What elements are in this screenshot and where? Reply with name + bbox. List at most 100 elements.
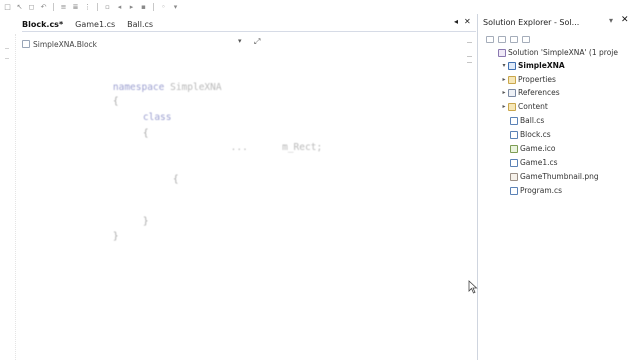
cs-file-icon xyxy=(510,116,518,125)
tree-item-label: Properties xyxy=(518,75,556,84)
expand-icon[interactable]: ▸ xyxy=(500,103,508,110)
close-tab-icon[interactable]: ✕ xyxy=(464,17,471,26)
open-file-icon[interactable]: ↖ xyxy=(15,3,24,11)
code-text: ... m_Rect; xyxy=(184,142,323,153)
properties-icon xyxy=(508,75,516,84)
tree-item-label: SimpleXNA xyxy=(518,61,565,70)
cs-file-icon xyxy=(510,130,518,139)
expand-icon[interactable]: ▸ xyxy=(500,89,508,96)
solution-explorer-header: Solution Explorer - Sol... ▾ ✕ xyxy=(483,14,640,30)
tree-item-label: Ball.cs xyxy=(520,116,545,125)
code-line: } xyxy=(90,220,119,253)
code-text: { xyxy=(112,96,119,107)
undo-icon[interactable]: ↶ xyxy=(39,3,48,11)
properties-button-icon[interactable] xyxy=(486,35,494,43)
project-icon xyxy=(508,61,516,70)
editor-vertical-scrollbar[interactable] xyxy=(462,34,476,360)
png-file-icon xyxy=(510,172,518,181)
tree-item-label: Program.cs xyxy=(520,186,563,195)
content-icon xyxy=(508,102,516,111)
tree-item-file[interactable]: Game1.cs xyxy=(510,157,558,168)
solution-icon xyxy=(498,48,506,57)
outline-marker xyxy=(5,58,9,59)
tab-strip-tools: ◂ ✕ xyxy=(454,17,471,26)
tree-item-file[interactable]: Program.cs xyxy=(510,185,562,196)
tree-item-references[interactable]: ▸ References xyxy=(500,87,560,98)
outdent-icon[interactable]: ≣ xyxy=(71,3,80,11)
close-icon[interactable]: ✕ xyxy=(621,15,629,25)
tree-item-label: Content xyxy=(518,102,548,111)
new-item-icon[interactable]: □ xyxy=(3,3,12,11)
tab-game1-cs[interactable]: Game1.cs xyxy=(75,20,115,29)
tree-item-project[interactable]: ▾ SimpleXNA xyxy=(500,60,565,71)
code-line: { xyxy=(150,163,179,196)
clear-bookmark-icon[interactable]: ▪ xyxy=(139,3,148,11)
tab-block-cs[interactable]: Block.cs* xyxy=(22,20,63,29)
next-bookmark-icon[interactable]: ▸ xyxy=(127,3,136,11)
tree-item-properties[interactable]: ▸ Properties xyxy=(500,74,556,85)
chevron-down-icon[interactable]: ▾ xyxy=(238,37,242,45)
solution-explorer-toolbar xyxy=(486,34,530,44)
solution-explorer-title: Solution Explorer - Sol... xyxy=(483,17,580,27)
tree-item-solution[interactable]: Solution 'SimpleXNA' (1 proje xyxy=(490,47,618,58)
comment-icon[interactable]: ⋮ xyxy=(83,3,92,11)
code-line: } xyxy=(120,205,149,238)
cs-file-icon xyxy=(510,158,518,167)
find-icon[interactable]: ◦ xyxy=(159,3,168,11)
toolbar-separator xyxy=(97,2,98,11)
code-text: } xyxy=(142,216,149,227)
ico-file-icon xyxy=(510,144,518,153)
view-code-icon[interactable] xyxy=(522,35,530,43)
main-toolbar: □ ↖ ◻ ↶ ≡ ≣ ⋮ ▫ ◂ ▸ ▪ ◦ ▾ xyxy=(0,0,238,13)
show-all-files-icon[interactable] xyxy=(498,35,506,43)
member-dropdown-icon[interactable]: ⤢ xyxy=(254,37,260,47)
save-icon[interactable]: ◻ xyxy=(27,3,36,11)
code-text: { xyxy=(172,174,179,185)
toolbar-dropdown-icon[interactable]: ▾ xyxy=(171,3,180,11)
tree-item-file[interactable]: Game.ico xyxy=(510,143,556,154)
collapse-icon[interactable]: ▾ xyxy=(500,62,508,69)
tree-item-label: Game.ico xyxy=(520,144,556,153)
refresh-icon[interactable] xyxy=(510,35,518,43)
code-line: { xyxy=(90,85,119,118)
cs-file-icon xyxy=(510,186,518,195)
editor-gutter xyxy=(0,34,16,360)
tree-item-label: References xyxy=(518,88,560,97)
keyword-token: namespace xyxy=(112,82,165,93)
panel-splitter[interactable] xyxy=(477,14,478,360)
references-icon xyxy=(508,88,516,97)
code-line: ... m_Rect; xyxy=(162,131,323,164)
tree-item-file[interactable]: Ball.cs xyxy=(510,115,544,126)
mouse-pointer-icon xyxy=(468,280,478,294)
prev-bookmark-icon[interactable]: ◂ xyxy=(115,3,124,11)
editor-tab-strip: Block.cs* Game1.cs Ball.cs xyxy=(22,17,165,31)
code-line: { xyxy=(120,117,149,150)
scroll-marker xyxy=(467,56,472,57)
indent-icon[interactable]: ≡ xyxy=(59,3,68,11)
outline-marker xyxy=(5,48,9,49)
bookmark-icon[interactable]: ▫ xyxy=(103,3,112,11)
scroll-marker xyxy=(467,42,472,43)
code-text: SimpleXNA xyxy=(164,82,222,93)
tab-underline xyxy=(22,31,476,32)
scroll-marker xyxy=(467,62,472,63)
tree-item-file[interactable]: Block.cs xyxy=(510,129,551,140)
tree-item-label: Game1.cs xyxy=(520,158,558,167)
window-position-icon[interactable]: ▾ xyxy=(609,16,613,25)
class-icon xyxy=(22,40,30,48)
tree-item-content[interactable]: ▸ Content xyxy=(500,101,548,112)
tree-item-label: GameThumbnail.png xyxy=(520,172,599,181)
toolbar-separator xyxy=(53,2,54,11)
code-text: } xyxy=(112,231,119,242)
code-text: { xyxy=(142,128,149,139)
tree-item-label: Solution 'SimpleXNA' (1 proje xyxy=(508,48,618,57)
tree-item-file[interactable]: GameThumbnail.png xyxy=(510,171,599,182)
type-navigation-bar[interactable]: SimpleXNA.Block ▾ ⤢ xyxy=(22,37,266,51)
type-dropdown-label: SimpleXNA.Block xyxy=(33,39,98,49)
tab-list-dropdown-icon[interactable]: ◂ xyxy=(454,17,458,26)
toolbar-separator xyxy=(153,2,154,11)
code-editor[interactable]: namespace SimpleXNA { class { ... m_Rect… xyxy=(22,55,462,355)
expand-icon[interactable]: ▸ xyxy=(500,76,508,83)
tab-ball-cs[interactable]: Ball.cs xyxy=(127,20,153,29)
tree-item-label: Block.cs xyxy=(520,130,551,139)
